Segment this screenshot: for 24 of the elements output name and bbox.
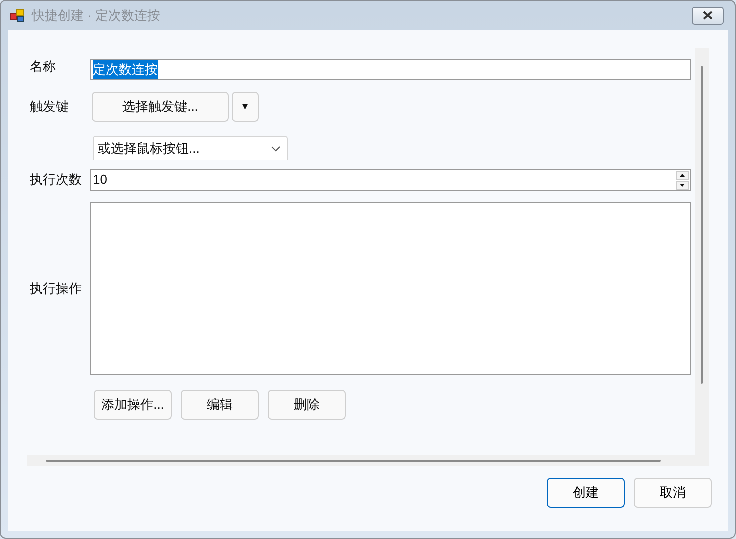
name-field[interactable]: 定次数连按 [90,59,691,80]
count-spinner[interactable]: 10 [90,169,691,191]
action-button[interactable]: 添加操作... [94,390,172,420]
dropdown-text: 或选择鼠标按钮... [98,140,200,158]
count-label: 执行次数 [30,171,83,190]
trigger-key-button[interactable]: 选择触发键... [92,92,229,122]
name-label: 名称 [30,58,57,76]
dialog-button[interactable]: 创建 [547,478,625,508]
action-button[interactable]: 删除 [268,390,346,420]
name-value: 定次数连按 [93,60,158,80]
spin-down-icon[interactable] [676,180,689,190]
app-icon [10,8,26,24]
chevron-down-icon [271,146,281,152]
count-value: 10 [93,171,108,190]
action-button[interactable]: 编辑 [181,390,259,420]
trigger-menu-button[interactable]: ▾ [232,92,259,122]
dialog-button[interactable]: 取消 [634,478,712,508]
mouse-button-dropdown[interactable]: 或选择鼠标按钮... [93,136,288,160]
close-icon [702,11,714,20]
close-button[interactable] [692,6,724,24]
spin-up-icon[interactable] [676,170,689,180]
actions-label: 执行操作 [30,280,83,298]
window-title: 快捷创建 · 定次数连按 [32,6,161,25]
trigger-label: 触发键 [30,98,70,116]
